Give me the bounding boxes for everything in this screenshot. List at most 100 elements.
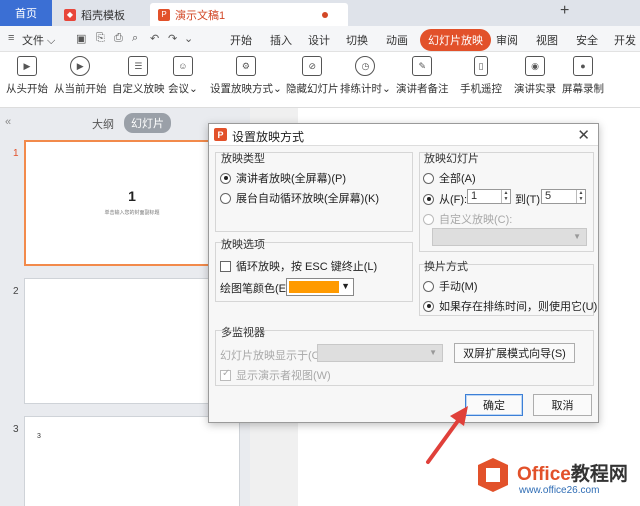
meeting-button[interactable]: ☺ 会议⌄ [168,56,198,96]
all-slides-radio[interactable]: 全部(A) [423,170,476,186]
print-preview-icon[interactable]: ⌕ [132,32,138,45]
tab-document[interactable]: P 演示文稿1 [150,3,348,26]
dropdown-arrow-icon: ▼ [341,281,350,291]
loop-checkbox[interactable]: 循环放映，按 ESC 键终止(L) [220,258,377,274]
to-spinner[interactable]: 5 ▲ ▼ [541,189,586,204]
slide-number: 2 [13,286,19,297]
kiosk-radio[interactable]: 展台自动循环放映(全屏幕)(K) [220,190,379,206]
tab-templates[interactable]: ◆ 稻壳模板 [56,3,144,26]
phone-remote-button[interactable]: ▯ 手机遥控 [460,56,502,96]
screen-record-icon: ● [573,56,593,76]
speaker-notes-label: 演讲者备注 [396,83,449,95]
dropdown-arrow-icon: ▼ [429,348,437,357]
custom-show-label: 自定义放映 [112,83,165,95]
tab-home[interactable]: 首页 [0,0,52,26]
dropdown-icon[interactable]: ⌄ [184,32,193,45]
menu-review[interactable]: 审阅 [496,32,518,48]
meeting-icon: ☺ [172,56,193,76]
custom-show-select[interactable]: ▼ [432,228,587,246]
watermark-brand-rest: 教程网 [570,464,628,485]
export-pdf-icon[interactable]: ⎘ [96,32,105,45]
manual-radio[interactable]: 手动(M) [423,278,478,294]
from-current-label: 从当前开始 [54,83,107,95]
pen-color-picker[interactable]: ▼ [286,278,354,296]
from-spinner[interactable]: 1 ▲ ▼ [467,189,511,204]
from-value: 1 [471,190,478,202]
ok-label: 确定 [483,400,505,412]
advance-slides-label: 换片方式 [424,261,468,273]
slide1-subtitle: 单击输入您的封面副标题 [104,210,160,216]
setup-show-dialog: P 设置放映方式 ✕ 放映类型 演讲者放映(全屏幕)(P) 展台自动循环放映(全… [208,123,599,423]
speaker-notes-button[interactable]: ✎ 演讲者备注 [396,56,449,96]
presenter-view-checkbox[interactable]: 显示演示者视图(W) [220,367,331,383]
menu-animation[interactable]: 动画 [386,32,408,48]
slide-thumbnail-3[interactable]: 3 [24,416,240,506]
pen-color-swatch [289,281,339,293]
radio-dot [423,172,434,184]
to-value: 5 [545,190,552,202]
menu-security[interactable]: 安全 [576,32,598,48]
unsaved-dot-icon [322,11,328,18]
spinner-arrows-icon[interactable]: ▲ ▼ [501,190,510,203]
print-icon[interactable]: ⎙ [114,32,123,45]
setup-show-button[interactable]: ⚙ 设置放映方式⌄ [210,56,282,96]
menu-design[interactable]: 设计 [308,32,330,48]
checkbox-box [220,260,231,272]
pen-color-text: 绘图笔颜色(E): [220,283,293,295]
undo-icon[interactable]: ↶ [150,32,159,45]
monitor-select[interactable]: ▼ [317,344,443,362]
screen-record-button[interactable]: ● 屏幕录制 [562,56,604,96]
watermark-brand-office: Office [517,464,571,485]
from-current-button[interactable]: ▶ 从当前开始 [54,56,107,96]
pen-color-label: 绘图笔颜色(E): [220,280,293,296]
kiosk-label: 展台自动循环放映(全屏幕)(K) [236,193,379,205]
custom-show-radio[interactable]: 自定义放映(C): [423,211,512,227]
hide-slide-button[interactable]: ⊘ 隐藏幻灯片 [286,56,339,96]
menu-file[interactable]: 文件 ⌵ [22,32,55,48]
hide-slide-label: 隐藏幻灯片 [286,83,339,95]
use-timings-radio[interactable]: 如果存在排练时间，则使用它(U) [423,298,597,314]
show-on-label: 幻灯片放映显示于(O): [220,350,327,362]
show-slides-label: 放映幻灯片 [424,153,479,165]
menu-start[interactable]: 开始 [230,32,252,48]
menu-slideshow[interactable]: 幻灯片放映 [420,29,491,51]
show-options-label: 放映选项 [221,239,265,251]
wps-presentation-icon: P [214,128,227,141]
record-presentation-button[interactable]: ◉ 演讲实录 [514,56,556,96]
radio-dot [423,193,434,205]
hide-slide-icon: ⊘ [302,56,323,76]
hamburger-icon[interactable]: ≡ [8,32,14,44]
tab-outline[interactable]: 大纲 [92,116,114,132]
show-type-label: 放映类型 [221,153,265,165]
redo-icon[interactable]: ↷ [168,32,177,45]
meeting-label: 会议 [168,83,189,95]
menu-transition[interactable]: 切换 [346,32,368,48]
collapse-panel-icon[interactable]: « [5,116,11,128]
cancel-label: 取消 [551,400,574,412]
cancel-button[interactable]: 取消 [533,394,592,416]
watermark-brand: Office教程网 [517,459,628,486]
checkbox-box [220,368,231,381]
rehearse-timings-button[interactable]: ◷ 排练计时⌄ [340,56,391,96]
save-icon[interactable]: ▣ [76,32,86,45]
presenter-radio[interactable]: 演讲者放映(全屏幕)(P) [220,170,346,186]
menu-insert[interactable]: 插入 [270,32,292,48]
custom-show-button[interactable]: ☰ 自定义放映 [112,56,165,96]
dialog-titlebar: P 设置放映方式 ✕ [209,124,598,146]
ribbon: ▶ 从头开始 ▶ 从当前开始 ☰ 自定义放映 ☺ 会议⌄ ⚙ 设置放映方式⌄ ⊘ 隐藏幻灯片… [0,52,640,108]
watermark: Office教程网 www.office26.com [474,452,640,506]
screen-record-label: 屏幕录制 [562,83,604,95]
spinner-arrows-icon[interactable]: ▲ ▼ [576,190,585,203]
radio-dot [423,213,434,225]
tab-slides[interactable]: 幻灯片 [124,113,171,133]
slide1-title: 1 [128,188,136,204]
from-radio[interactable]: 从(F): [423,191,467,207]
menu-developer[interactable]: 开发 [614,32,636,48]
menu-view[interactable]: 视图 [536,32,558,48]
presenter-label: 演讲者放映(全屏幕)(P) [236,173,346,185]
close-icon[interactable]: ✕ [577,126,590,144]
dual-screen-wizard-button[interactable]: 双屏扩展模式向导(S) [454,343,575,363]
menu-file-label: 文件 [22,35,44,47]
from-beginning-button[interactable]: ▶ 从头开始 [6,56,48,96]
new-tab-icon[interactable]: + [560,2,569,20]
